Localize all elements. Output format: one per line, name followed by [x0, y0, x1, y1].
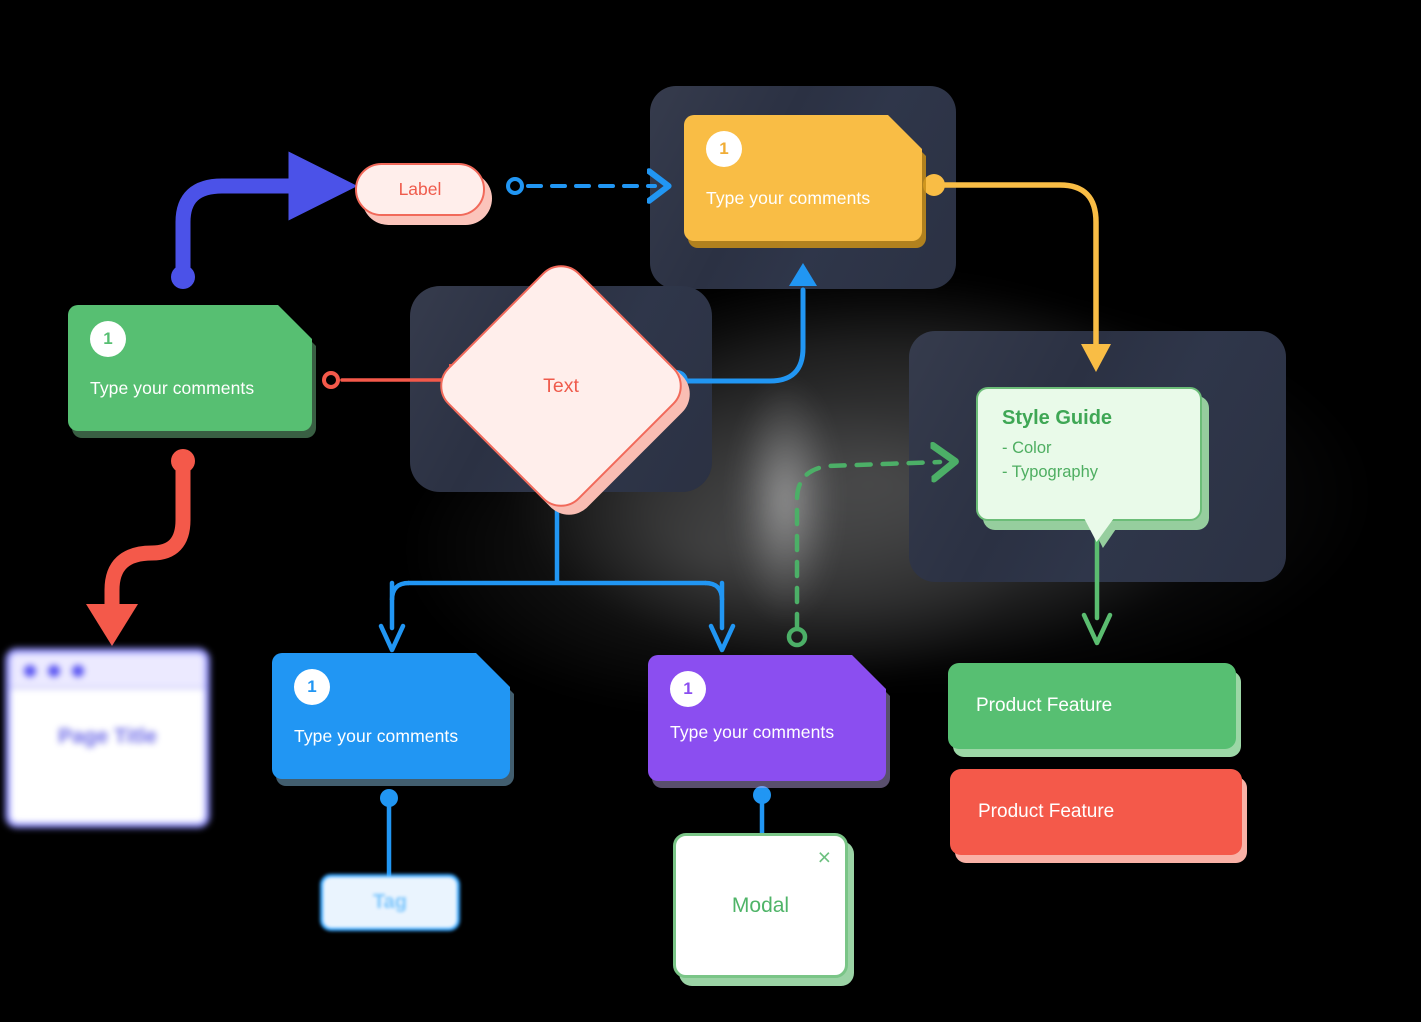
comment-text[interactable]: Type your comments [90, 377, 290, 401]
card-body: 1 Type your comments [68, 305, 312, 431]
card-body: 1 Type your comments [684, 115, 922, 241]
comment-badge: 1 [706, 131, 742, 167]
connector-purple-card-to-modal [753, 786, 771, 841]
modal-body: × Modal [673, 833, 848, 978]
comment-text[interactable]: Type your comments [294, 725, 488, 749]
window-titlebar [10, 653, 205, 689]
comment-card-green[interactable]: 1 Type your comments [68, 305, 312, 431]
comment-badge: 1 [90, 321, 126, 357]
modal-window[interactable]: × Modal [673, 833, 854, 986]
background-noise-highlight [690, 330, 880, 670]
diamond-label: Text [543, 374, 579, 397]
card-body: 1 Type your comments [272, 653, 510, 779]
comment-badge: 1 [670, 671, 706, 707]
diagram-canvas: 1 Type your comments 1 Type your comment… [0, 0, 1421, 1022]
page-title-text: Page Title [58, 725, 157, 748]
close-icon[interactable]: × [818, 846, 831, 869]
page-title-window[interactable]: Page Title [5, 648, 210, 828]
window-dot-icon[interactable] [24, 665, 36, 677]
style-guide-item: - Color [1002, 439, 1052, 457]
label-text: Label [355, 163, 485, 216]
connector-green-down-to-window [86, 449, 195, 646]
comment-card-blue[interactable]: 1 Type your comments [272, 653, 510, 779]
style-guide-body: Style Guide - Color - Typography [976, 387, 1202, 521]
window-frame: Page Title [5, 648, 210, 828]
connector-blue-card-to-tag [380, 789, 398, 881]
connector-label-to-yellow [506, 179, 655, 193]
connector-green-to-label [171, 151, 358, 289]
style-guide-callout[interactable]: Style Guide - Color - Typography [976, 387, 1209, 548]
comment-text[interactable]: Type your comments [670, 721, 864, 745]
tag-chip[interactable]: Tag [320, 874, 460, 931]
modal-label: Modal [731, 894, 790, 917]
comment-badge: 1 [294, 669, 330, 705]
diamond-shape[interactable]: Text [429, 254, 701, 526]
window-dot-icon[interactable] [72, 665, 84, 677]
product-feature-green[interactable]: Product Feature [948, 663, 1241, 757]
feature-label: Product Feature [950, 769, 1242, 855]
feature-label: Product Feature [948, 663, 1236, 749]
tag-label: Tag [320, 874, 460, 931]
card-body: 1 Type your comments [648, 655, 886, 781]
comment-card-purple[interactable]: 1 Type your comments [648, 655, 886, 781]
comment-text[interactable]: Type your comments [706, 187, 900, 211]
style-guide-title: Style Guide [1002, 407, 1113, 429]
comment-card-yellow[interactable]: 1 Type your comments [684, 115, 922, 241]
window-dot-icon[interactable] [48, 665, 60, 677]
style-guide-item: - Typography [1002, 463, 1099, 481]
label-pill[interactable]: Label [355, 163, 492, 225]
product-feature-red[interactable]: Product Feature [950, 769, 1247, 863]
